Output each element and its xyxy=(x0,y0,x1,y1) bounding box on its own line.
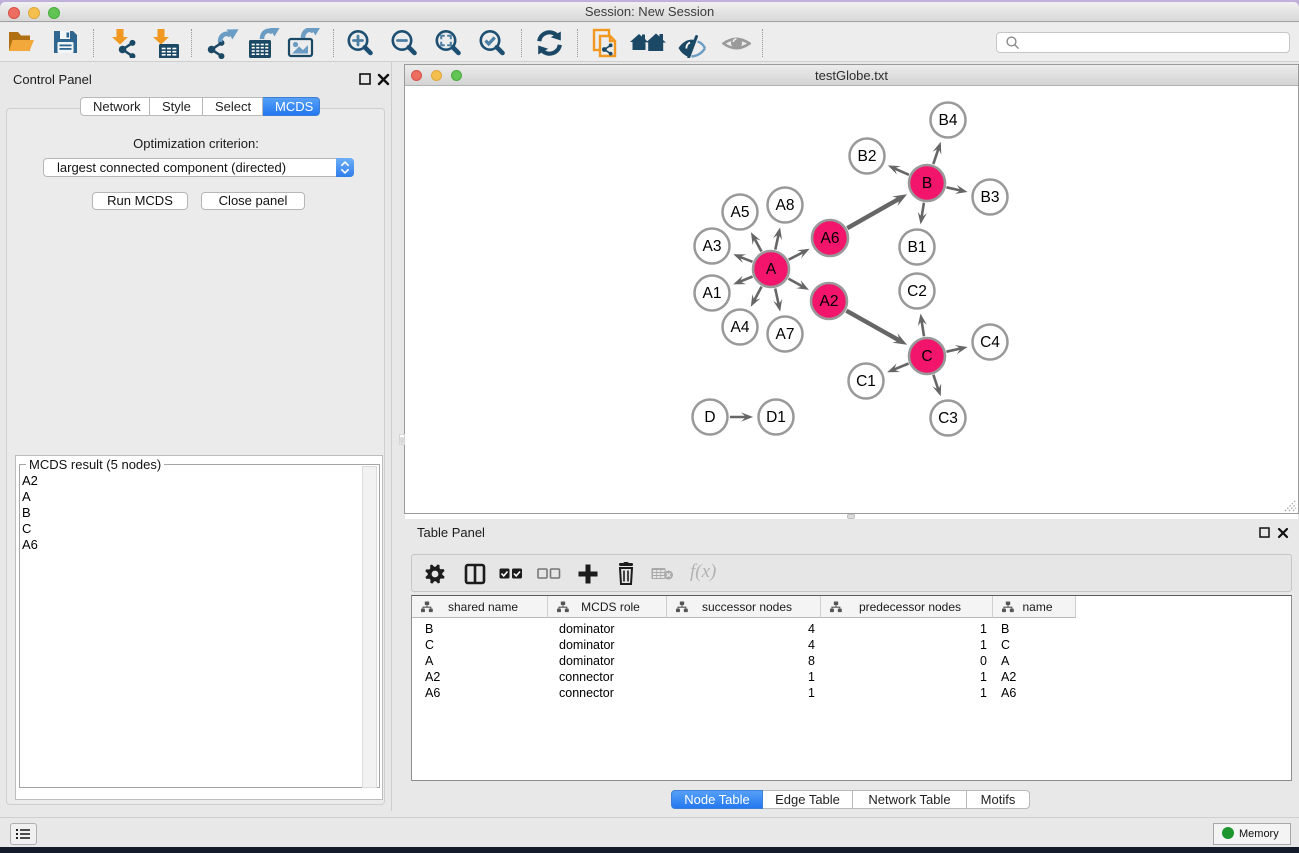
svg-text:A1: A1 xyxy=(703,285,722,302)
svg-text:C: C xyxy=(921,348,932,365)
svg-text:D1: D1 xyxy=(766,409,786,426)
svg-text:B: B xyxy=(922,175,932,192)
svg-text:A: A xyxy=(766,261,777,278)
svg-text:B2: B2 xyxy=(858,148,877,165)
svg-text:C1: C1 xyxy=(856,373,876,390)
svg-text:B4: B4 xyxy=(939,112,958,129)
svg-text:A6: A6 xyxy=(821,230,840,247)
svg-text:C2: C2 xyxy=(907,283,927,300)
svg-text:A2: A2 xyxy=(820,293,839,310)
svg-text:C4: C4 xyxy=(980,334,1000,351)
svg-text:C3: C3 xyxy=(938,410,958,427)
svg-text:B3: B3 xyxy=(981,189,1000,206)
svg-text:A8: A8 xyxy=(776,197,795,214)
svg-text:A7: A7 xyxy=(776,326,795,343)
svg-text:B1: B1 xyxy=(908,239,927,256)
svg-text:D: D xyxy=(704,409,715,426)
svg-text:A4: A4 xyxy=(731,319,750,336)
svg-text:A3: A3 xyxy=(703,238,722,255)
svg-text:A5: A5 xyxy=(731,204,750,221)
